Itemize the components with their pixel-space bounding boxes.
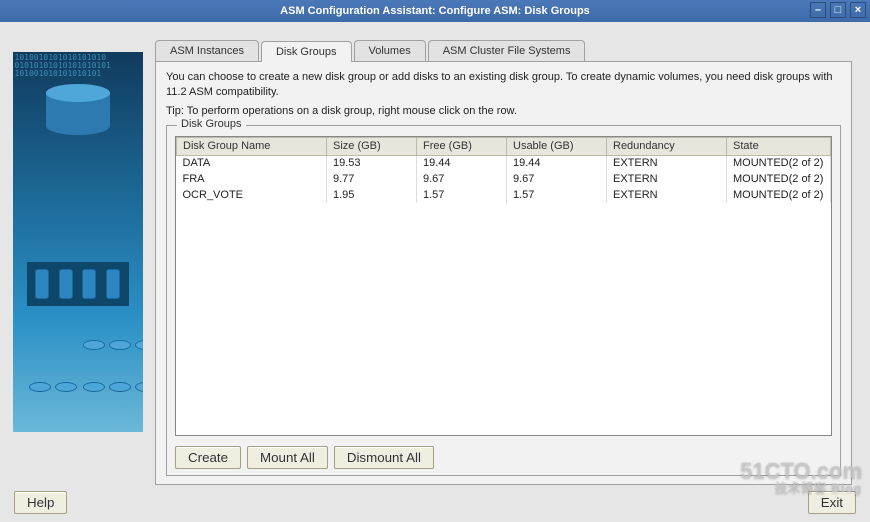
cell-free: 1.57 [417, 187, 507, 203]
close-icon[interactable]: × [850, 2, 866, 18]
col-size[interactable]: Size (GB) [327, 137, 417, 155]
table-row[interactable]: OCR_VOTE1.951.571.57EXTERNMOUNTED(2 of 2… [177, 187, 831, 203]
bottom-bar: Help Exit [0, 485, 870, 522]
cell-usable: 19.44 [507, 155, 607, 171]
instruction-text-1: You can choose to create a new disk grou… [166, 70, 841, 100]
tab-panel: You can choose to create a new disk grou… [155, 62, 852, 485]
table-row[interactable]: FRA9.779.679.67EXTERNMOUNTED(2 of 2) [177, 171, 831, 187]
cell-state: MOUNTED(2 of 2) [727, 171, 831, 187]
minimize-icon[interactable]: – [810, 2, 826, 18]
col-free[interactable]: Free (GB) [417, 137, 507, 155]
cell-state: MOUNTED(2 of 2) [727, 155, 831, 171]
col-usable[interactable]: Usable (GB) [507, 137, 607, 155]
cell-size: 19.53 [327, 155, 417, 171]
tab-asm-instances[interactable]: ASM Instances [155, 40, 259, 61]
tab-bar: ASM Instances Disk Groups Volumes ASM Cl… [155, 40, 852, 62]
dismount-all-button[interactable]: Dismount All [334, 446, 434, 469]
table-row[interactable]: DATA19.5319.4419.44EXTERNMOUNTED(2 of 2) [177, 155, 831, 171]
mount-all-button[interactable]: Mount All [247, 446, 328, 469]
sidebar: 1010010101010101010010101010101010101011… [0, 22, 155, 485]
cell-free: 19.44 [417, 155, 507, 171]
col-state[interactable]: State [727, 137, 831, 155]
disk-groups-table: Disk Group Name Size (GB) Free (GB) Usab… [175, 136, 832, 436]
maximize-icon[interactable]: □ [830, 2, 846, 18]
tab-asm-cluster-file-systems[interactable]: ASM Cluster File Systems [428, 40, 586, 61]
cell-usable: 9.67 [507, 171, 607, 187]
col-name[interactable]: Disk Group Name [177, 137, 327, 155]
cell-redundancy: EXTERN [607, 187, 727, 203]
window-title: ASM Configuration Assistant: Configure A… [280, 5, 590, 17]
col-redundancy[interactable]: Redundancy [607, 137, 727, 155]
instruction-text-2: Tip: To perform operations on a disk gro… [166, 104, 841, 119]
create-button[interactable]: Create [175, 446, 241, 469]
cell-free: 9.67 [417, 171, 507, 187]
cell-size: 9.77 [327, 171, 417, 187]
help-button[interactable]: Help [14, 491, 67, 514]
disk-groups-fieldset: Disk Groups Disk Group Name Size (GB) [166, 125, 841, 476]
cell-usable: 1.57 [507, 187, 607, 203]
tab-disk-groups[interactable]: Disk Groups [261, 41, 352, 62]
cell-name: OCR_VOTE [177, 187, 327, 203]
sidebar-illustration: 1010010101010101010010101010101010101011… [13, 52, 143, 432]
cell-size: 1.95 [327, 187, 417, 203]
cell-redundancy: EXTERN [607, 155, 727, 171]
fieldset-legend: Disk Groups [177, 118, 246, 130]
titlebar: ASM Configuration Assistant: Configure A… [0, 0, 870, 22]
exit-button[interactable]: Exit [808, 491, 856, 514]
cell-redundancy: EXTERN [607, 171, 727, 187]
cell-name: DATA [177, 155, 327, 171]
cell-state: MOUNTED(2 of 2) [727, 187, 831, 203]
tab-volumes[interactable]: Volumes [354, 40, 426, 61]
cell-name: FRA [177, 171, 327, 187]
